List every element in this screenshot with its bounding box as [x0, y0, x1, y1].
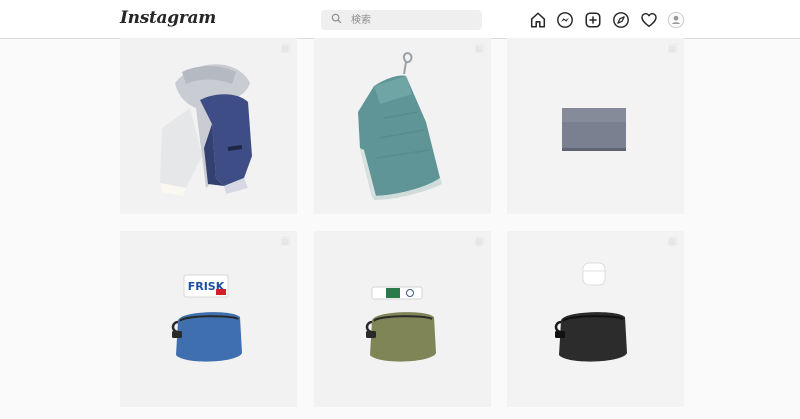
- multi-image-icon: [668, 237, 677, 246]
- new-post-icon[interactable]: [584, 11, 602, 29]
- towel-image: [314, 38, 491, 214]
- card-case-image: [507, 38, 684, 214]
- post-4[interactable]: FRISK: [120, 231, 297, 407]
- blue-pouch-frisk-image: FRISK: [120, 231, 297, 407]
- top-navigation-bar: Instagram: [0, 0, 800, 39]
- search-input[interactable]: [349, 13, 473, 27]
- explore-icon[interactable]: [612, 11, 630, 29]
- profile-avatar[interactable]: [667, 11, 685, 29]
- search-box[interactable]: [321, 10, 482, 30]
- post-2[interactable]: [314, 38, 491, 214]
- search-icon: [331, 11, 342, 29]
- post-3[interactable]: [507, 38, 684, 214]
- multi-image-icon: [475, 44, 484, 53]
- post-6[interactable]: [507, 231, 684, 407]
- multi-image-icon: [668, 44, 677, 53]
- activity-heart-icon[interactable]: [640, 11, 658, 29]
- instagram-logo[interactable]: Instagram: [120, 8, 216, 28]
- scarf-image: [120, 38, 297, 214]
- black-pouch-airpods-image: [507, 231, 684, 407]
- home-icon[interactable]: [529, 11, 547, 29]
- post-5[interactable]: [314, 231, 491, 407]
- olive-pouch-gum-image: [314, 231, 491, 407]
- multi-image-icon: [281, 44, 290, 53]
- post-1[interactable]: [120, 38, 297, 214]
- messenger-icon[interactable]: [556, 11, 574, 29]
- multi-image-icon: [475, 237, 484, 246]
- multi-image-icon: [281, 237, 290, 246]
